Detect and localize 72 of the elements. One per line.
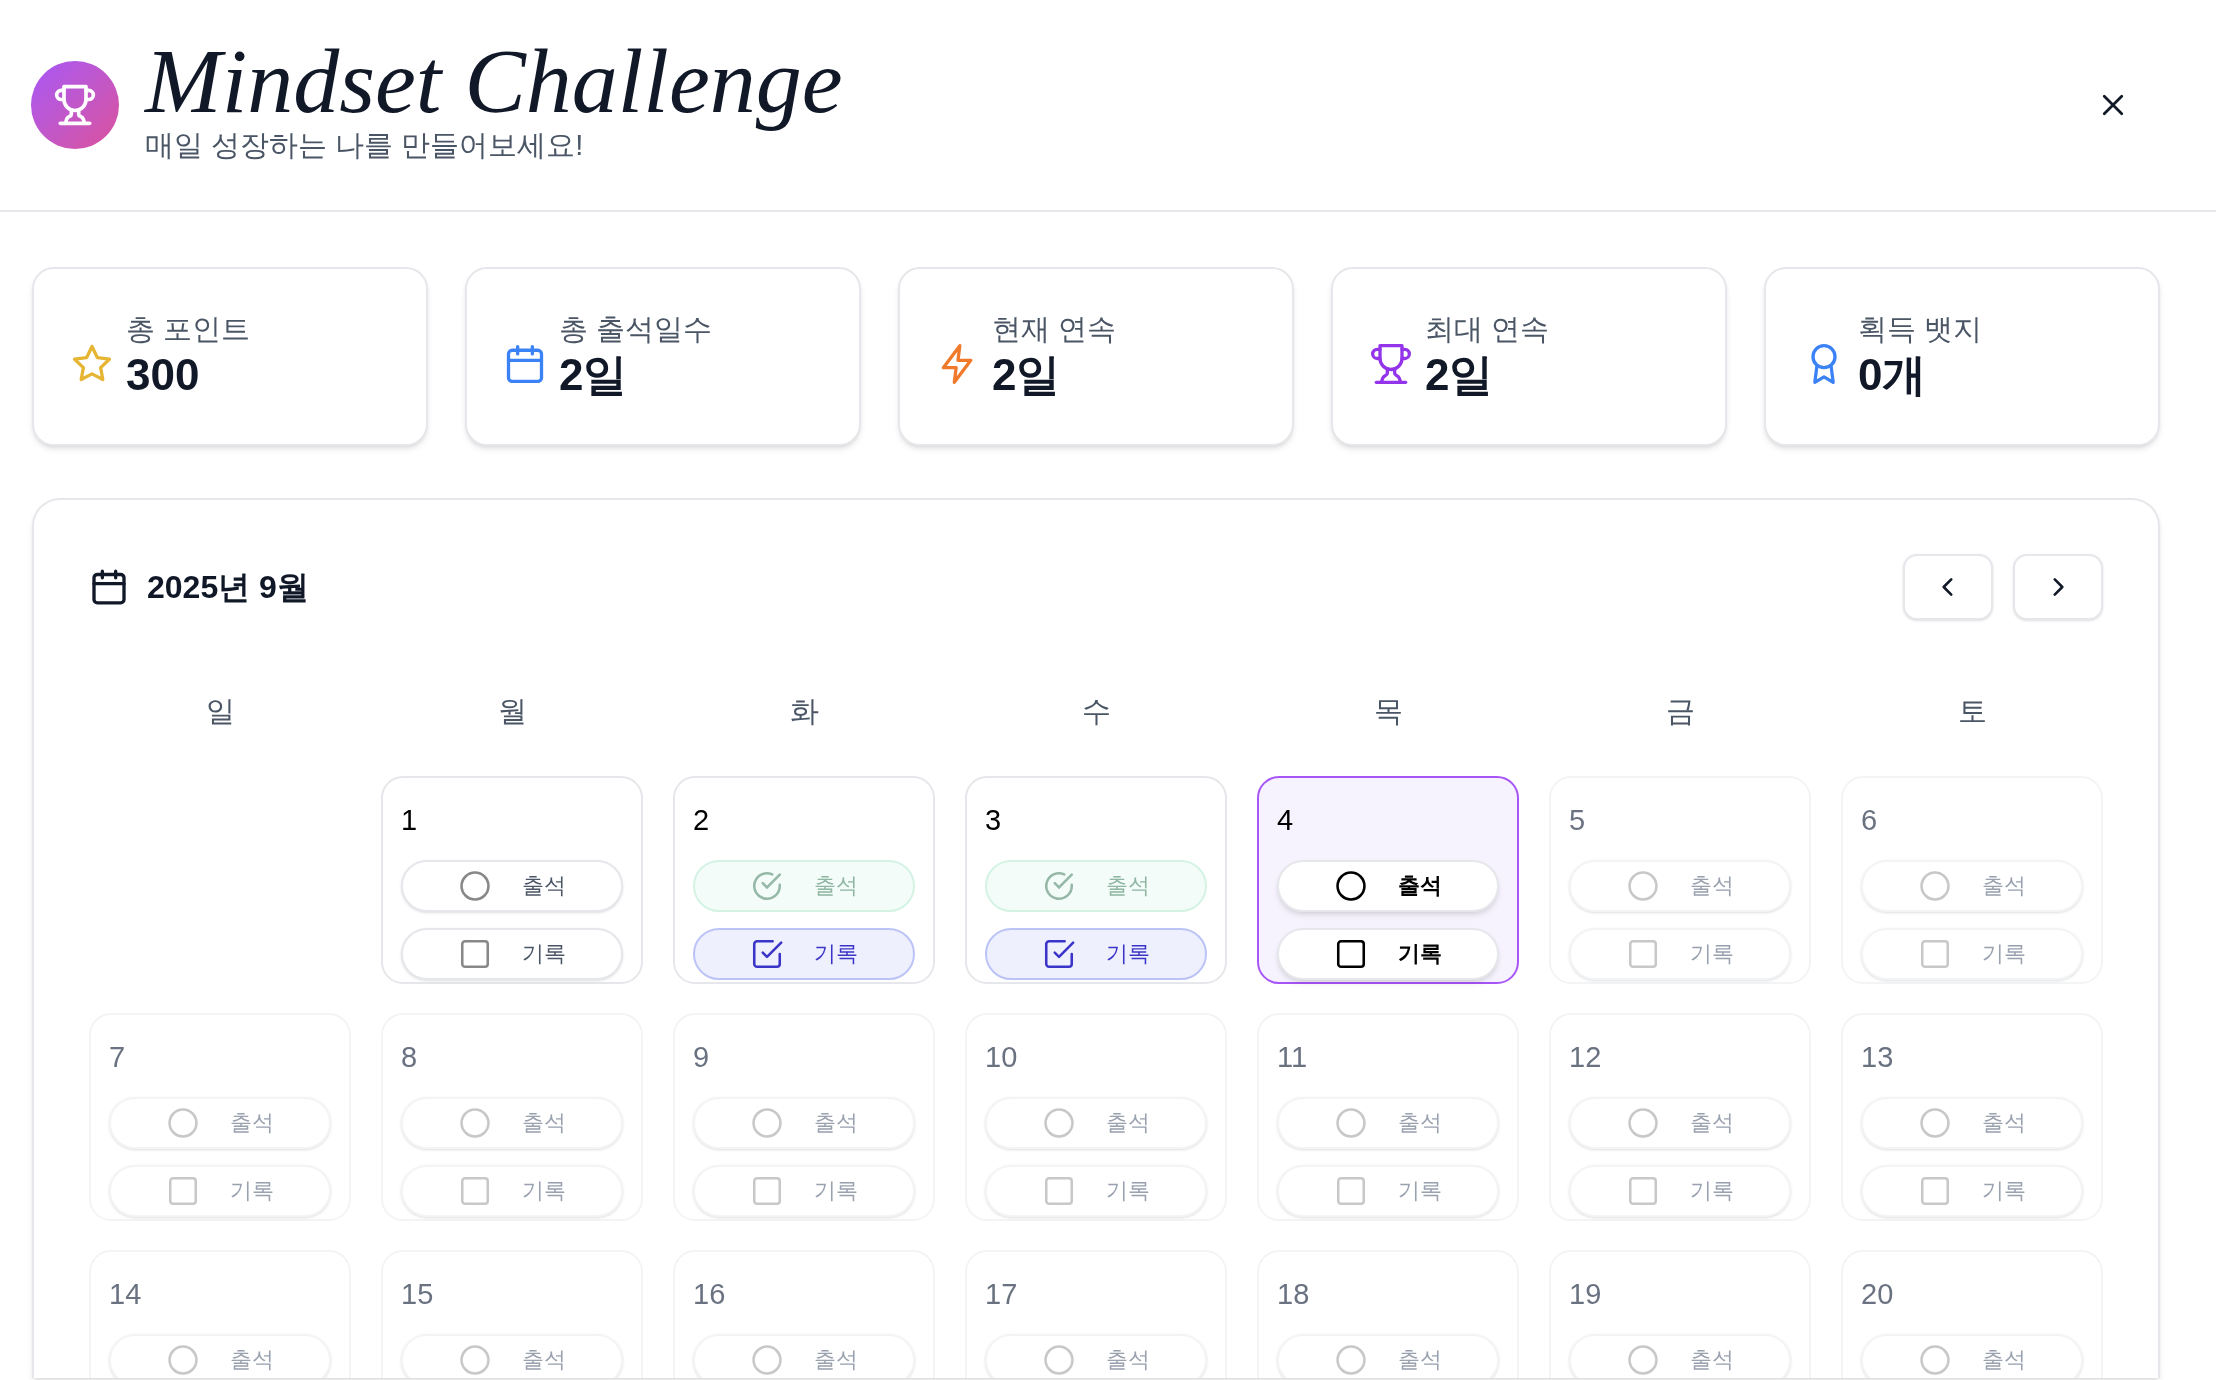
circle-icon [1918, 1342, 1952, 1377]
day-number: 4 [1277, 802, 1295, 838]
weekday-label: 금 [1664, 694, 1696, 729]
circle-icon [166, 1342, 200, 1377]
stat-label: 총 포인트 [126, 311, 251, 347]
record-toggle[interactable]: 기록 [401, 927, 623, 980]
stat-label: 획득 뱃지 [1858, 311, 1983, 347]
day-number: 11 [1277, 1039, 1309, 1075]
next-month-button[interactable] [2013, 554, 2103, 620]
record-toggle[interactable]: 기록 [693, 927, 915, 980]
weekday-label: 일 [204, 694, 236, 729]
trophy-icon [1369, 341, 1413, 386]
attendance-toggle[interactable]: 출석 [1277, 859, 1499, 912]
day-cell[interactable]: 2 출석 기록 [673, 775, 935, 984]
day-number: 15 [401, 1276, 435, 1312]
circle-icon [750, 1342, 784, 1377]
circle-icon [166, 1105, 200, 1140]
attendance-toggle[interactable]: 출석 [401, 859, 623, 912]
circle-icon [458, 1342, 492, 1377]
day-number: 6 [1861, 802, 1879, 838]
stat-value: 300 [126, 348, 201, 401]
circle-icon [1626, 1105, 1660, 1140]
weekday-label: 토 [1956, 694, 1988, 729]
day-number: 16 [693, 1276, 727, 1312]
stat-value: 2일 [992, 348, 1062, 401]
circle-icon [458, 1105, 492, 1140]
circle-icon [1334, 868, 1368, 903]
weekday-label: 수 [1080, 694, 1112, 729]
weekday-label: 목 [1372, 694, 1404, 729]
day-cell[interactable]: 3 출석 기록 [965, 775, 1227, 984]
circle-icon [458, 868, 492, 903]
weekday-label: 화 [788, 694, 820, 729]
stat-value: 2일 [1425, 348, 1495, 401]
circle-icon [1626, 868, 1660, 903]
day-cell[interactable]: 1 출석 기록 [381, 775, 643, 984]
circle-icon [1334, 1342, 1368, 1377]
stat-label: 현재 연속 [992, 311, 1117, 347]
circle-icon [1918, 868, 1952, 903]
day-number: 8 [401, 1039, 419, 1075]
day-number: 1 [401, 802, 419, 838]
day-number: 3 [985, 802, 1003, 838]
day-number: 14 [109, 1276, 143, 1312]
day-number: 12 [1569, 1039, 1603, 1075]
circle-icon [1626, 1342, 1660, 1377]
day-number: 10 [985, 1039, 1019, 1075]
circle-icon [750, 1105, 784, 1140]
circle-icon [1042, 1105, 1076, 1140]
weekday-label: 월 [496, 694, 528, 729]
day-cell[interactable]: 4 출석 기록 [1257, 775, 1519, 984]
day-number: 5 [1569, 802, 1587, 838]
circle-icon [1042, 1342, 1076, 1377]
day-number: 9 [693, 1039, 711, 1075]
record-toggle[interactable]: 기록 [1277, 927, 1499, 980]
stat-label: 총 출석일수 [559, 311, 713, 347]
day-number: 13 [1861, 1039, 1895, 1075]
day-number: 2 [693, 802, 711, 838]
day-number: 19 [1569, 1276, 1603, 1312]
stat-value: 2일 [559, 348, 629, 401]
day-number: 18 [1277, 1276, 1311, 1312]
previous-month-button[interactable] [1903, 554, 1993, 620]
record-toggle[interactable]: 기록 [985, 927, 1207, 980]
attendance-toggle[interactable]: 출석 [985, 859, 1207, 912]
calendar-icon [89, 567, 129, 607]
attendance-toggle[interactable]: 출석 [693, 859, 915, 912]
day-number: 17 [985, 1276, 1019, 1312]
stat-value: 0개 [1858, 348, 1928, 401]
stat-label: 최대 연속 [1425, 311, 1550, 347]
circle-icon [1334, 1105, 1368, 1140]
month-title: 2025년 9월 [147, 568, 309, 607]
circle-icon [1918, 1105, 1952, 1140]
day-number: 20 [1861, 1276, 1895, 1312]
day-number: 7 [109, 1039, 127, 1075]
